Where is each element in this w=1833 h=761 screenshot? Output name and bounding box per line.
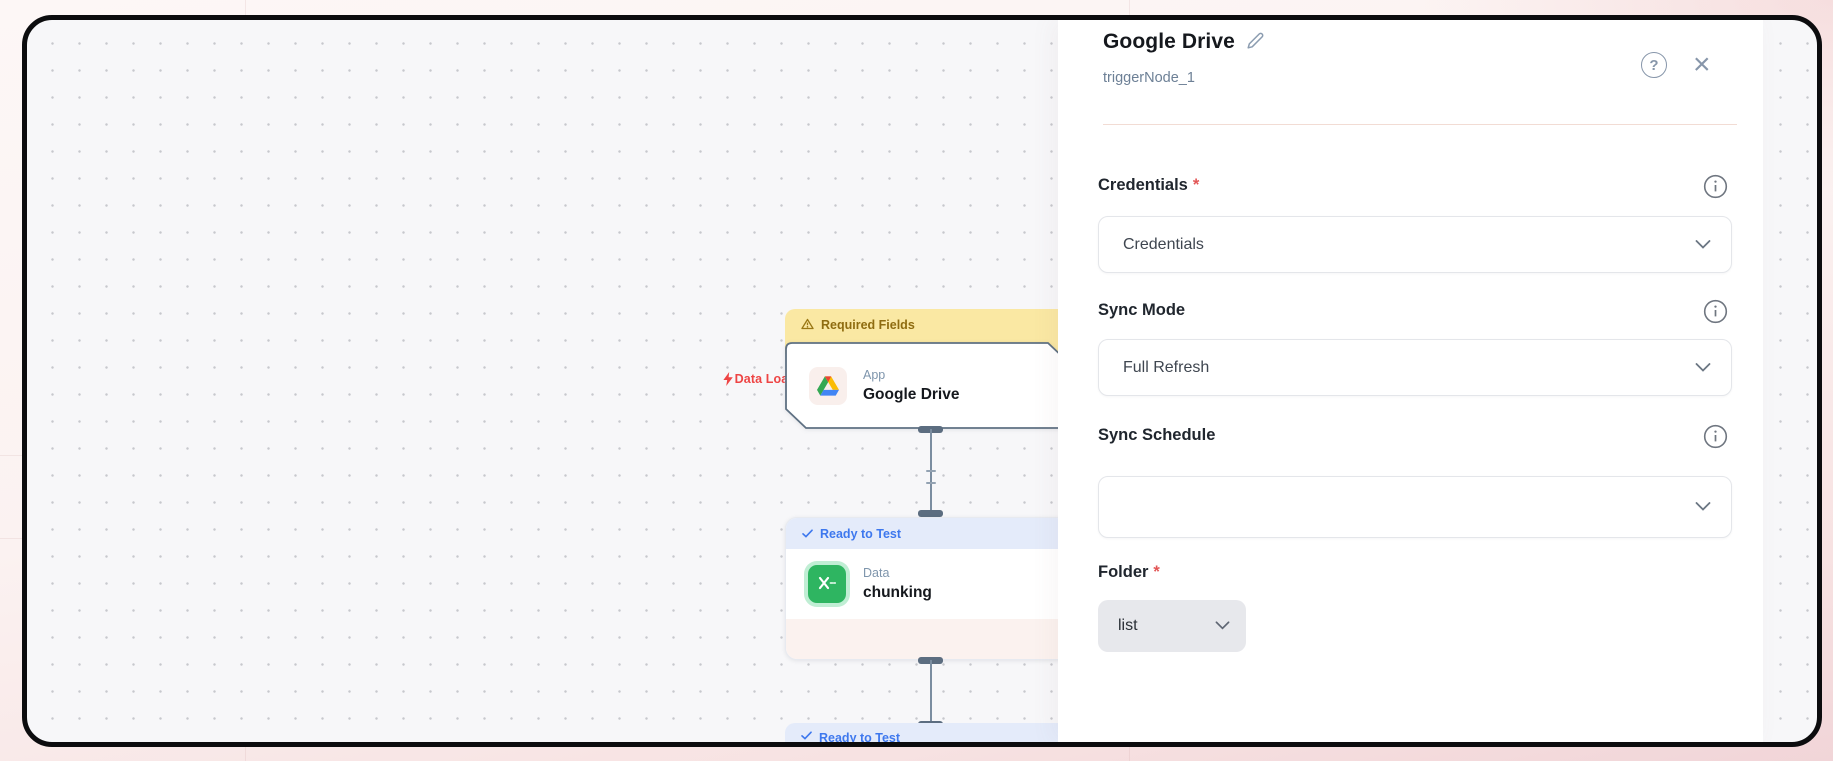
connector-edge — [930, 429, 932, 517]
node-chunking[interactable]: Ready to Test Data chunking — [785, 517, 1068, 660]
banner-text: Ready to Test — [819, 731, 900, 745]
info-icon[interactable] — [1703, 424, 1728, 454]
close-icon[interactable]: × — [1693, 52, 1711, 78]
panel-title: Google Drive — [1103, 30, 1235, 54]
edit-pencil-icon[interactable] — [1245, 31, 1265, 56]
connector-tick — [926, 482, 936, 484]
node-title: chunking — [863, 584, 932, 602]
select-value: Credentials — [1123, 236, 1204, 254]
help-icon[interactable]: ? — [1641, 52, 1667, 78]
node-title: Google Drive — [863, 386, 959, 404]
page-grid-line — [0, 455, 24, 456]
chevron-down-icon — [1695, 236, 1711, 254]
chunking-split-icon — [808, 565, 846, 603]
chevron-down-icon — [1695, 498, 1711, 516]
banner-text: Required Fields — [821, 318, 915, 332]
ready-to-test-banner: Ready to Test — [786, 518, 1068, 549]
node-google-drive[interactable]: App Google Drive — [785, 342, 1068, 429]
field-label-sync-mode: Sync Mode — [1098, 301, 1190, 320]
info-icon[interactable] — [1703, 174, 1728, 204]
next-node-banner[interactable]: Ready to Test — [785, 723, 1068, 747]
chevron-down-icon — [1215, 617, 1230, 635]
field-label-credentials: Credentials* — [1098, 176, 1199, 195]
lightning-bolt-icon — [723, 372, 733, 386]
banner-text: Ready to Test — [820, 527, 901, 541]
folder-select[interactable]: list — [1098, 600, 1246, 652]
field-label-folder: Folder* — [1098, 563, 1160, 582]
info-icon[interactable] — [1703, 299, 1728, 329]
node-settings-panel: Google Drive triggerNode_1 ? × Credentia… — [1058, 20, 1763, 742]
node-input-port[interactable] — [918, 510, 943, 517]
google-drive-icon — [809, 367, 847, 405]
node-id-label: triggerNode_1 — [1103, 70, 1195, 86]
field-label-sync-schedule: Sync Schedule — [1098, 426, 1220, 445]
select-value: Full Refresh — [1123, 359, 1209, 377]
page-grid-line — [0, 538, 24, 539]
check-icon — [802, 529, 813, 538]
warning-triangle-icon — [801, 318, 814, 330]
node-category-label: Data — [863, 566, 932, 580]
credentials-select[interactable]: Credentials — [1098, 216, 1732, 273]
chevron-down-icon — [1695, 359, 1711, 377]
sync-schedule-select[interactable] — [1098, 476, 1732, 538]
workflow-editor-frame: Data Loader Required Fields App Google D… — [22, 15, 1822, 747]
connector-edge — [930, 660, 932, 726]
header-divider — [1103, 124, 1737, 125]
sync-mode-select[interactable]: Full Refresh — [1098, 339, 1732, 396]
node-category-label: App — [863, 368, 959, 382]
select-value: list — [1118, 617, 1138, 635]
connector-tick — [926, 470, 936, 472]
check-icon — [801, 731, 812, 740]
node-footer-strip — [786, 619, 1067, 659]
